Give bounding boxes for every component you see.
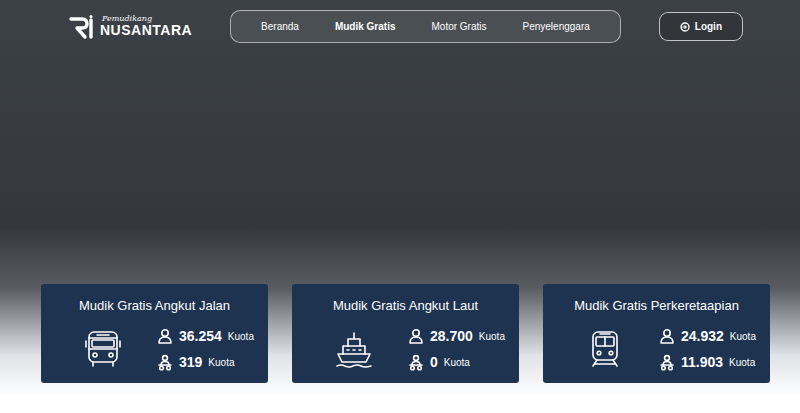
- card-title: Mudik Gratis Perkeretaapian: [557, 296, 756, 316]
- login-label: Login: [695, 19, 722, 34]
- quota-unit: Kuota: [729, 355, 755, 370]
- quota-value: 319: [179, 352, 202, 373]
- quota-unit: Kuota: [228, 329, 254, 344]
- card-body: 28.700 Kuota 0 Kuota: [306, 325, 505, 373]
- quota-cards: Mudik Gratis Angkut Jalan 36.254 Kuota 319 K…: [0, 284, 800, 413]
- motor-icon: [659, 354, 675, 371]
- card-title: Mudik Gratis Angkut Jalan: [55, 296, 254, 316]
- main-nav: BerandaMudik GratisMotor GratisPenyeleng…: [230, 10, 621, 43]
- logo-text: PemudikangNUSANTARA: [100, 15, 192, 38]
- quota-row: 28.700 Kuota: [408, 325, 505, 347]
- top-bar: PemudikangNUSANTARA BerandaMudik GratisMo…: [0, 0, 800, 43]
- quota-row: 0 Kuota: [408, 351, 505, 373]
- logo-title: NUSANTARA: [100, 23, 192, 38]
- nav-link[interactable]: Penyelenggara: [507, 11, 606, 42]
- logo[interactable]: PemudikangNUSANTARA: [68, 14, 192, 40]
- penumpang-icon: [659, 328, 675, 345]
- card-stats: 24.932 Kuota 11.903 Kuota: [659, 325, 756, 373]
- card-body: 24.932 Kuota 11.903 Kuota: [557, 325, 756, 373]
- quota-value: 36.254: [179, 326, 222, 347]
- quota-value: 0: [430, 352, 438, 373]
- quota-value: 11.903: [681, 352, 723, 373]
- quota-card: Mudik Gratis Angkut Laut 28.700 Kuota 0 Kuot…: [292, 284, 519, 384]
- quota-unit: Kuota: [479, 329, 505, 344]
- nav-link[interactable]: Mudik Gratis: [319, 11, 412, 42]
- login-icon: [680, 22, 690, 32]
- train-icon: [585, 329, 625, 369]
- logo-mark-icon: [68, 14, 94, 40]
- card-body: 36.254 Kuota 319 Kuota: [55, 325, 254, 373]
- quota-unit: Kuota: [730, 329, 756, 344]
- quota-row: 319 Kuota: [157, 351, 254, 373]
- quota-value: 24.932: [681, 326, 724, 347]
- quota-card: Mudik Gratis Perkeretaapian24.932Kuota11…: [543, 284, 770, 384]
- card-title: Mudik Gratis Angkut Laut: [306, 296, 505, 316]
- quota-row: 36.254 Kuota: [157, 325, 254, 347]
- penumpang-icon: [408, 328, 424, 345]
- logo-script: Pemudikang: [100, 15, 192, 23]
- quota-unit: Kuota: [444, 355, 470, 370]
- ship-icon: [334, 329, 374, 369]
- bus-icon: [83, 329, 123, 369]
- penumpang-icon: [157, 328, 173, 345]
- nav-link[interactable]: Beranda: [245, 11, 315, 42]
- quota-unit: Kuota: [208, 355, 234, 370]
- nav-link[interactable]: Motor Gratis: [416, 11, 503, 42]
- card-stats: 28.700 Kuota 0 Kuota: [408, 325, 505, 373]
- motor-icon: [157, 354, 173, 371]
- login-button[interactable]: Login: [659, 12, 743, 41]
- hero: PemudikangNUSANTARA BerandaMudik GratisMo…: [0, 0, 800, 413]
- quota-row: 24.932 Kuota: [659, 325, 756, 347]
- card-stats: 36.254 Kuota 319 Kuota: [157, 325, 254, 373]
- quota-row: 11.903 Kuota: [659, 351, 756, 373]
- quota-card: Mudik Gratis Angkut Jalan 36.254 Kuota 319 K…: [41, 284, 268, 384]
- motor-icon: [408, 354, 424, 371]
- quota-value: 28.700: [430, 326, 473, 347]
